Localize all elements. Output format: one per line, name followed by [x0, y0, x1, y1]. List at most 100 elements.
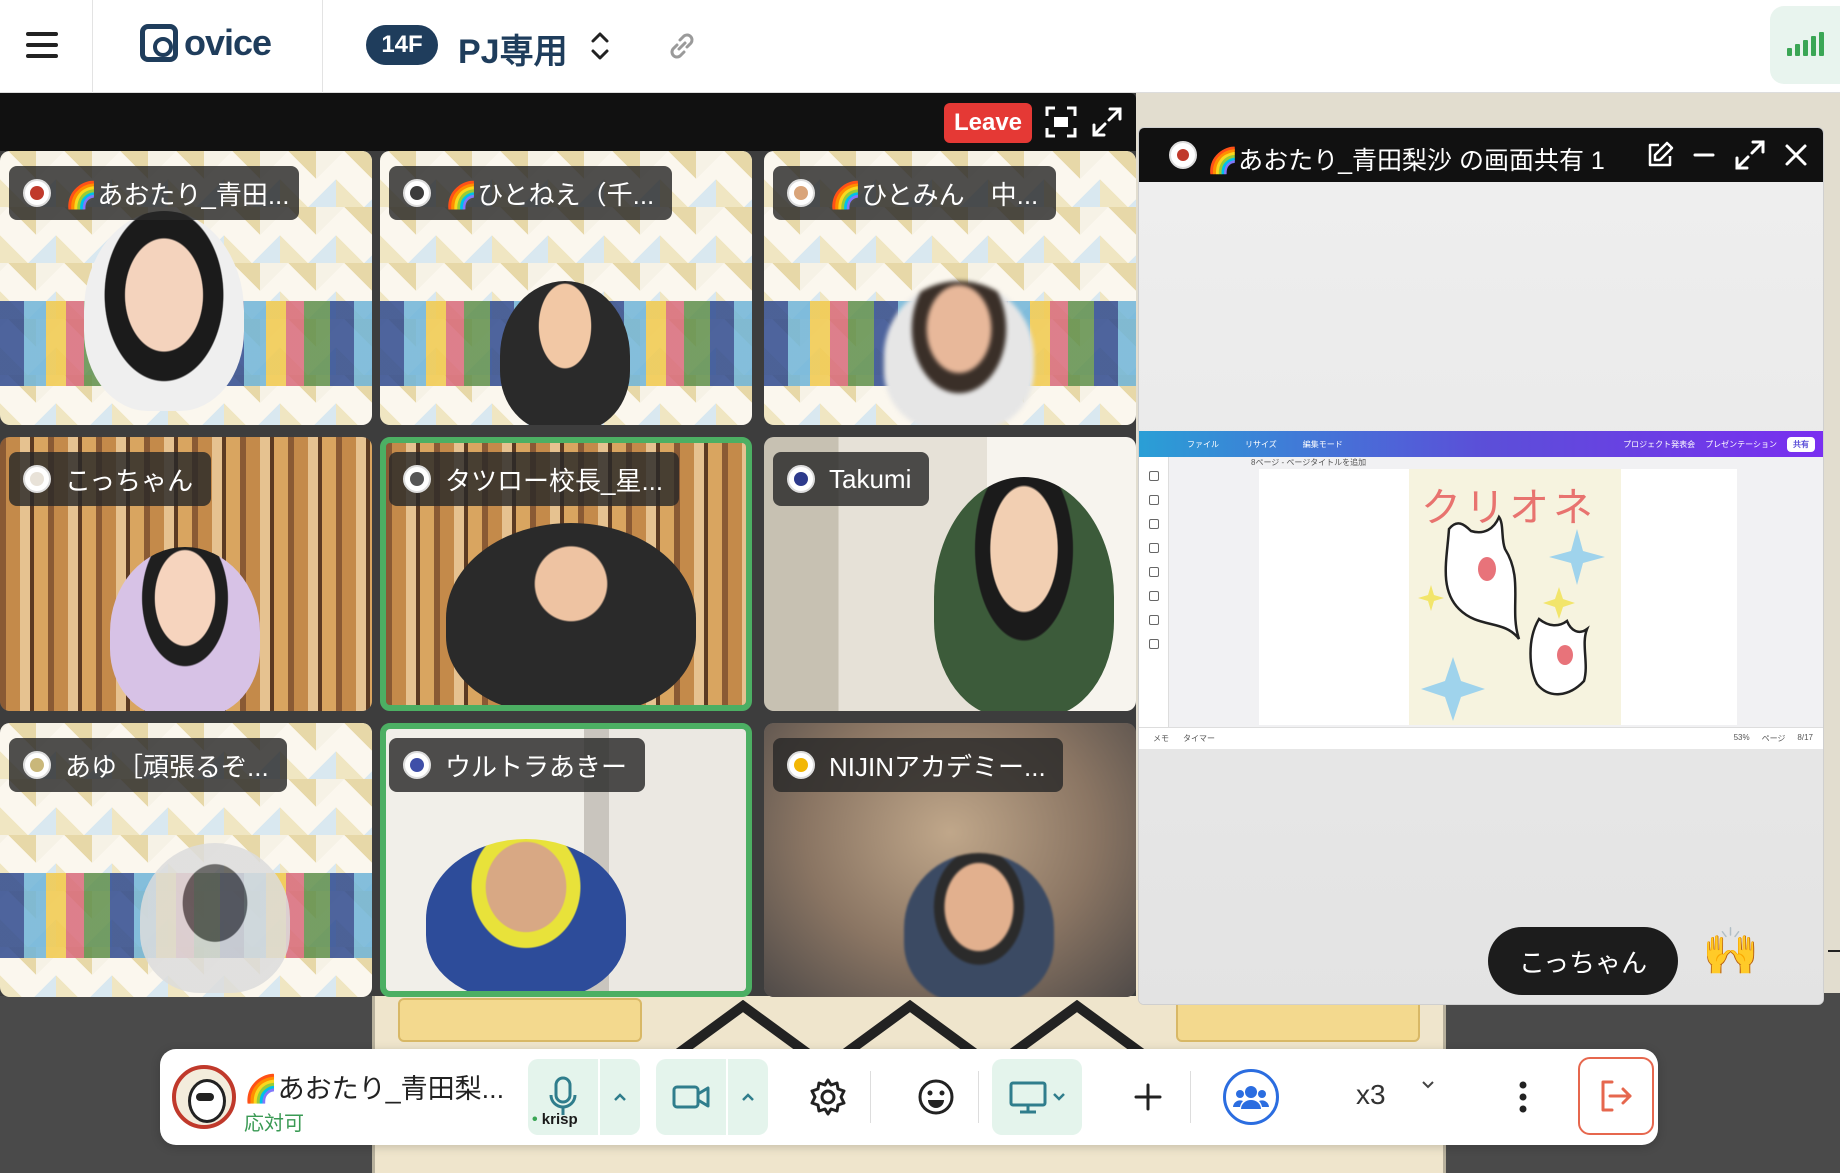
avatar-color	[30, 472, 44, 486]
canva-pages: ページ	[1761, 734, 1786, 743]
participant-name: 🌈あおたり_青田...	[9, 166, 299, 220]
people-icon	[1233, 1086, 1269, 1109]
canva-timer: タイマー	[1183, 734, 1215, 743]
canva-footer-right: 53% ページ 8/17	[1734, 733, 1813, 744]
speed-label[interactable]: x3	[1356, 1079, 1386, 1111]
participant-name-text: NIJINアカデミー...	[829, 751, 1046, 782]
reaction-button[interactable]	[904, 1059, 968, 1135]
screen-share-content[interactable]: ファイル リサイズ 編集モード プロジェクト発表会 プレゼンテーション 共有 8…	[1139, 182, 1823, 1004]
people-icon-ring	[1223, 1069, 1279, 1125]
my-name[interactable]: 🌈あおたり_青田梨...	[244, 1067, 504, 1106]
video-tile[interactable]: Takumi	[764, 437, 1136, 711]
close-icon[interactable]	[1779, 138, 1813, 172]
minimize-icon[interactable]	[1687, 138, 1721, 172]
canva-footer: メモ タイマー 53% ページ 8/17	[1139, 727, 1823, 749]
camera-options-button[interactable]	[728, 1059, 768, 1135]
shared-canva-window: ファイル リサイズ 編集モード プロジェクト発表会 プレゼンテーション 共有 8…	[1139, 431, 1823, 749]
participant-name-text: 🌈あおたり_青田...	[65, 179, 290, 210]
raised-hand-name: こっちゃん	[1488, 927, 1678, 995]
raised-hands-emoji: 🙌	[1702, 925, 1760, 977]
microphone-options-button[interactable]	[600, 1059, 640, 1135]
participant-name: 🌈ひとねえ（千...	[389, 166, 673, 220]
camera-button[interactable]	[656, 1059, 726, 1135]
participant-name: NIJINアカデミー...	[773, 738, 1063, 792]
more-options-button[interactable]	[1508, 1059, 1538, 1135]
avatar	[23, 465, 51, 493]
expand-icon[interactable]	[1733, 138, 1767, 172]
signal-strength-icon	[1770, 6, 1840, 84]
chevron-down-icon[interactable]	[1420, 1079, 1436, 1091]
smiley-icon	[918, 1079, 954, 1115]
monitor-icon	[1009, 1081, 1047, 1114]
participant-name: ウルトラあきー	[389, 738, 646, 792]
canva-art-title: クリオネ	[1421, 485, 1597, 531]
screen-share-button[interactable]	[992, 1059, 1082, 1135]
participant-name-text: 🌈ひとみん 中...	[829, 179, 1039, 210]
avatar	[787, 465, 815, 493]
participant-video	[884, 281, 1034, 425]
video-tile[interactable]: タツロー校長_星...	[380, 437, 752, 711]
avatar-color	[410, 472, 424, 486]
canva-menu-item: ファイル	[1187, 439, 1219, 449]
avatar	[787, 179, 815, 207]
chevron-updown-icon[interactable]	[588, 26, 612, 66]
floor-badge[interactable]: 14F	[366, 25, 438, 65]
edit-icon[interactable]	[1643, 138, 1677, 172]
video-tile[interactable]: 🌈ひとみん 中...	[764, 151, 1136, 425]
screen-share-header: 🌈あおたり_青田梨沙 の画面共有 1	[1139, 128, 1823, 182]
kebab-icon	[1519, 1081, 1527, 1113]
canva-page-number: 8/17	[1797, 733, 1813, 742]
divider	[322, 0, 323, 93]
screen-share-panel[interactable]: 🌈あおたり_青田梨沙 の画面共有 1 ファイル リサイズ 編集モード プロジェク…	[1138, 127, 1824, 1005]
chevron-up-icon	[742, 1093, 754, 1101]
avatar	[787, 751, 815, 779]
settings-button[interactable]	[796, 1059, 860, 1135]
screen-share-title: 🌈あおたり_青田梨沙 の画面共有 1	[1207, 147, 1605, 175]
participants-button[interactable]	[1222, 1059, 1280, 1135]
canva-sidebar	[1139, 457, 1169, 727]
canva-toolbar: ファイル リサイズ 編集モード プロジェクト発表会 プレゼンテーション 共有	[1139, 431, 1823, 457]
exit-icon	[1601, 1080, 1632, 1112]
video-tile[interactable]: あゆ［頑張るぞ...	[0, 723, 372, 997]
add-button[interactable]	[1120, 1059, 1176, 1135]
video-tile[interactable]: こっちゃん	[0, 437, 372, 711]
my-status[interactable]: 応対可	[244, 1107, 304, 1136]
video-tile[interactable]: 🌈ひとねえ（千...	[380, 151, 752, 425]
plus-icon	[1134, 1083, 1162, 1111]
chevron-up-icon	[614, 1093, 626, 1101]
bottom-dock: 🌈あおたり_青田梨... 応対可 • krisp x3	[160, 1049, 1658, 1145]
canva-zoom: 53%	[1733, 733, 1750, 742]
canva-notes: メモ	[1153, 734, 1169, 743]
participant-video	[904, 853, 1054, 997]
exit-button[interactable]	[1578, 1057, 1654, 1135]
participant-name-text: 🌈ひとねえ（千...	[445, 179, 655, 210]
avatar	[23, 179, 51, 207]
divider	[978, 1071, 979, 1123]
avatar-color	[30, 758, 44, 772]
canva-share-button: 共有	[1787, 436, 1815, 452]
participant-name-text: あゆ［頑張るぞ...	[65, 751, 269, 782]
participant-video	[110, 547, 260, 711]
my-avatar[interactable]	[172, 1065, 236, 1129]
focus-frame-icon[interactable]	[1044, 105, 1078, 139]
ovice-logo[interactable]: ovice	[140, 20, 272, 66]
canva-page-title: 8ページ - ページタイトルを追加	[1251, 458, 1367, 467]
canva-menu-item: リサイズ	[1245, 439, 1277, 449]
leave-button[interactable]: Leave	[944, 103, 1032, 143]
participant-video	[426, 839, 626, 991]
participant-name: 🌈ひとみん 中...	[773, 166, 1057, 220]
video-tile[interactable]: ウルトラあきー	[380, 723, 752, 997]
participant-video	[934, 477, 1114, 711]
link-icon[interactable]	[664, 28, 700, 64]
top-bar: ovice 14F PJ専用	[0, 0, 1840, 93]
expand-icon[interactable]	[1090, 105, 1124, 139]
room-name[interactable]: PJ専用	[458, 24, 568, 73]
avatar	[1169, 141, 1197, 169]
hamburger-icon[interactable]	[22, 28, 62, 62]
video-tile[interactable]: 🌈あおたり_青田...	[0, 151, 372, 425]
participant-name-text: こっちゃん	[65, 465, 194, 496]
video-tile[interactable]: NIJINアカデミー...	[764, 723, 1136, 997]
gear-icon	[810, 1078, 846, 1116]
canva-present-button: プレゼンテーション	[1705, 439, 1777, 449]
camera-icon	[672, 1085, 710, 1109]
